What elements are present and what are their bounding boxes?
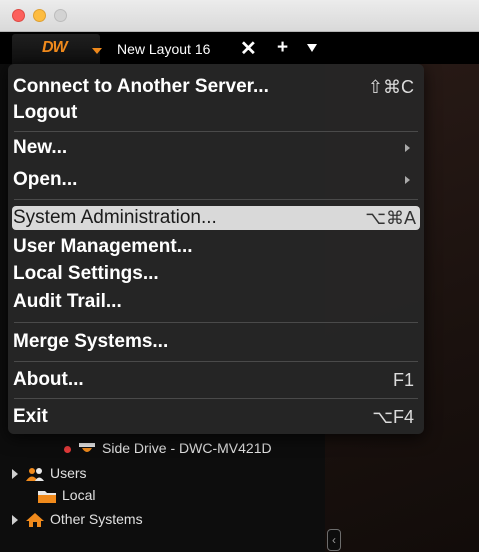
shortcut-label: ⌥⌘A [365, 208, 416, 228]
shortcut-label: ⇧⌘C [367, 77, 414, 97]
menu-separator [14, 398, 418, 399]
menu-separator [14, 361, 418, 362]
tab-list-dropdown-icon[interactable] [307, 44, 317, 52]
menu-item-local-settings[interactable]: Local Settings... [8, 262, 424, 286]
minimize-window-button[interactable] [33, 9, 46, 22]
menu-item-merge-systems[interactable]: Merge Systems... [8, 330, 424, 354]
menu-item-label: System Administration... [13, 207, 217, 228]
close-window-button[interactable] [12, 9, 25, 22]
expand-triangle-icon[interactable] [12, 515, 18, 526]
tree-item-camera[interactable]: Side Drive - DWC-MV421D [64, 437, 272, 459]
menu-item-logout[interactable]: Logout [8, 101, 424, 125]
menu-item-label: Logout [13, 102, 78, 123]
maximize-window-button[interactable] [54, 9, 67, 22]
main-menu-button[interactable]: DW [12, 34, 102, 64]
menu-separator [14, 322, 418, 323]
menu-item-label: Local Settings... [13, 263, 159, 284]
menu-item-label: New... [13, 137, 68, 158]
tab-layout[interactable]: New Layout 16 [117, 41, 210, 57]
menu-item-label: Exit [13, 406, 48, 427]
home-icon [26, 513, 44, 528]
camera-label: Side Drive - DWC-MV421D [102, 440, 272, 456]
menu-item-connect[interactable]: Connect to Another Server... ⇧⌘C [8, 75, 424, 99]
add-tab-icon[interactable]: + [277, 37, 288, 59]
chevron-down-icon [92, 48, 102, 54]
menu-item-audit-trail[interactable]: Audit Trail... [8, 290, 424, 314]
tree-item-users[interactable]: Users [12, 462, 87, 484]
recording-indicator-icon [64, 445, 71, 453]
menu-item-label: Audit Trail... [13, 291, 122, 312]
menu-item-new[interactable]: New... [8, 136, 424, 160]
tab-bar: DW New Layout 16 ✕ + [0, 32, 479, 64]
menu-item-label: Connect to Another Server... [13, 76, 269, 97]
collapse-panel-icon[interactable]: ‹ [327, 529, 341, 551]
menu-item-label: User Management... [13, 236, 193, 257]
camera-icon [79, 442, 95, 452]
menu-item-label: Open... [13, 169, 78, 190]
expand-triangle-icon[interactable] [12, 469, 18, 480]
folder-icon [38, 491, 56, 504]
menu-separator [14, 131, 418, 132]
menu-separator [14, 199, 418, 200]
menu-item-about[interactable]: About... F1 [8, 368, 424, 392]
menu-item-open[interactable]: Open... [8, 168, 424, 192]
menu-item-system-administration[interactable]: System Administration... ⌥⌘A [12, 206, 420, 230]
shortcut-label: F1 [392, 370, 414, 390]
users-label: Users [50, 465, 87, 481]
menu-item-label: About... [13, 369, 84, 390]
shortcut-label: ⌥F4 [372, 407, 414, 427]
tree-item-other-systems[interactable]: Other Systems [12, 508, 143, 530]
window-titlebar [0, 0, 479, 32]
other-systems-label: Other Systems [50, 511, 143, 527]
dw-logo: DW [42, 39, 68, 56]
main-menu: Connect to Another Server... ⇧⌘C Logout … [8, 64, 424, 434]
menu-item-user-management[interactable]: User Management... [8, 235, 424, 259]
local-label: Local [62, 487, 96, 503]
submenu-arrow-icon [405, 176, 410, 184]
close-tab-icon[interactable]: ✕ [240, 36, 257, 61]
users-icon [26, 468, 44, 482]
tree-item-local[interactable]: Local [38, 484, 95, 506]
menu-item-exit[interactable]: Exit ⌥F4 [8, 405, 424, 429]
submenu-arrow-icon [405, 144, 410, 152]
menu-item-label: Merge Systems... [13, 331, 169, 352]
